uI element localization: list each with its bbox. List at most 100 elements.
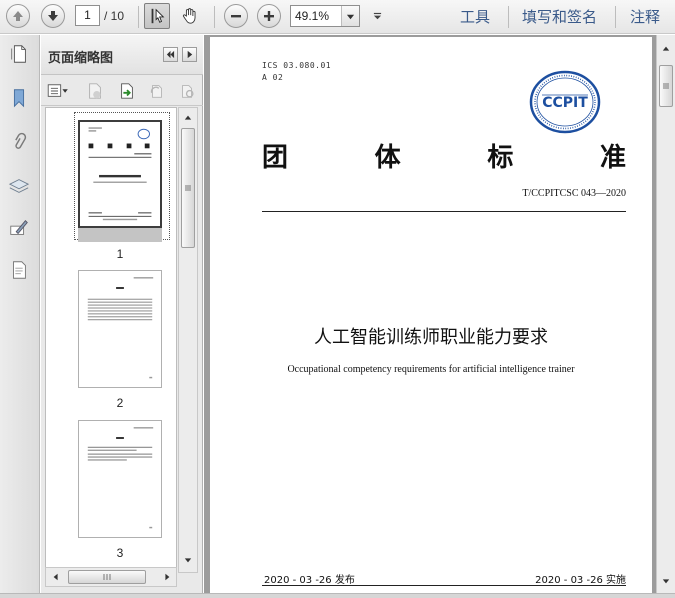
collapse-panel-button[interactable]: [163, 47, 178, 62]
zoom-in-button[interactable]: [257, 4, 281, 28]
toolbar-options-button[interactable]: [370, 9, 384, 23]
document-page: ICS 03.080.01 A 02 CCPIT 团 体 标 准 T/CCPIT…: [210, 37, 652, 597]
text-cursor-icon: [151, 8, 165, 24]
heading-char: 体: [374, 143, 401, 173]
thumbnail-scrollbar[interactable]: [178, 107, 198, 573]
thumbnail-shadow: [78, 228, 162, 242]
grip-icon: [185, 185, 191, 191]
page-settings-icon: [182, 85, 194, 98]
arrow-down-icon: [662, 579, 670, 584]
rotate-page-icon: [150, 85, 162, 98]
next-page-button[interactable]: [41, 4, 65, 28]
expand-panel-button[interactable]: [182, 47, 197, 62]
tools-link[interactable]: 工具: [460, 6, 490, 27]
double-chevron-left-icon: [166, 50, 175, 59]
implement-date: 2020 - 03 -26 实施: [535, 575, 626, 586]
thumbnail-label: 1: [116, 247, 124, 261]
scrollbar-thumb[interactable]: [181, 128, 195, 248]
toolbar-divider: [615, 6, 616, 28]
zoom-value: 49.1%: [295, 9, 330, 23]
toolbar-divider: [138, 6, 139, 28]
pages-icon: [11, 45, 26, 63]
page-properties-button[interactable]: [177, 81, 197, 101]
insert-page-icon: [121, 83, 133, 99]
scrollbar-thumb[interactable]: [68, 570, 146, 584]
heading-char: 团: [262, 143, 289, 173]
cover-preview-graphic: [88, 127, 152, 221]
page-preview: [78, 120, 162, 228]
zoom-select[interactable]: 49.1%: [290, 5, 360, 27]
signatures-button[interactable]: [6, 215, 32, 241]
main-toolbar: 1 / 10 49.1% 工具 填写和签名 注释: [0, 0, 675, 34]
thumbnail-toolbar: [41, 76, 203, 106]
chevron-down-icon: [346, 14, 355, 19]
scroll-down-button[interactable]: [179, 552, 197, 568]
panel-title: 页面缩略图: [48, 51, 114, 66]
logo-text: CCPIT: [542, 95, 588, 111]
layers-button[interactable]: [6, 173, 32, 199]
classification-code: A 02: [262, 73, 284, 82]
chevron-down-icon: [373, 12, 381, 19]
select-tool-button[interactable]: [144, 3, 170, 29]
scroll-up-button[interactable]: [179, 110, 197, 126]
options-menu-button[interactable]: [45, 81, 71, 101]
thumbnail-list: 1 2 3: [45, 107, 177, 573]
content-button[interactable]: [6, 257, 32, 283]
arrow-down-icon: [48, 11, 58, 21]
page-preview: [78, 420, 162, 538]
grip-icon: [663, 83, 669, 89]
scroll-down-button[interactable]: [657, 573, 675, 589]
arrow-up-icon: [184, 115, 192, 120]
list-options-icon: [47, 84, 68, 97]
ccpit-logo: CCPIT: [529, 70, 601, 134]
attachments-button[interactable]: [6, 129, 32, 155]
fill-sign-link[interactable]: 填写和签名: [522, 6, 597, 27]
arrow-up-icon: [13, 11, 23, 21]
arrow-down-icon: [184, 558, 192, 563]
standard-code: T/CCPITCSC 043—2020: [522, 188, 626, 199]
zoom-out-button[interactable]: [224, 4, 248, 28]
delete-page-icon: [89, 83, 101, 99]
zoom-dropdown-button[interactable]: [341, 6, 359, 26]
ics-code: ICS 03.080.01: [262, 61, 332, 70]
arrow-left-icon[interactable]: [52, 573, 60, 581]
page-number-input[interactable]: 1: [75, 5, 100, 26]
hand-icon: [182, 8, 196, 24]
heading-char: 标: [487, 143, 514, 173]
thumbnail-panel: 页面缩略图 1 2 3: [41, 35, 203, 593]
previous-page-button[interactable]: [6, 4, 30, 28]
delete-pages-button[interactable]: [85, 81, 105, 101]
standard-heading: 团 体 标 准: [262, 137, 626, 174]
comment-link[interactable]: 注释: [630, 6, 660, 27]
toolbar-divider: [508, 6, 509, 28]
paperclip-icon: [15, 132, 27, 149]
thumbnail-horizontal-scrollbar[interactable]: [45, 567, 177, 587]
chevron-right-icon: [187, 50, 193, 59]
arrow-up-icon: [662, 46, 670, 51]
document-viewport: ICS 03.080.01 A 02 CCPIT 团 体 标 准 T/CCPIT…: [204, 35, 656, 597]
foreword-preview-graphic: [87, 427, 154, 529]
bookmarks-button[interactable]: [6, 85, 32, 111]
grip-icon: [103, 574, 111, 580]
navigation-pane-strip: [0, 35, 40, 593]
insert-pages-button[interactable]: [117, 81, 137, 101]
publish-date: 2020 - 03 -26 发布: [264, 575, 355, 586]
bookmark-icon: [13, 89, 25, 108]
layers-icon: [8, 179, 30, 193]
scrollbar-thumb[interactable]: [659, 65, 673, 107]
rotate-pages-button[interactable]: [147, 81, 167, 101]
arrow-right-icon[interactable]: [163, 573, 171, 581]
status-bar: [0, 593, 675, 598]
page-thumbnails-button[interactable]: [6, 41, 32, 67]
header-rule: [262, 211, 626, 212]
hand-tool-button[interactable]: [177, 3, 203, 29]
document-scrollbar[interactable]: [656, 35, 675, 593]
footer-rule: [262, 585, 626, 586]
document-title-chinese: 人工智能训练师职业能力要求: [314, 327, 548, 348]
toc-preview-graphic: [87, 277, 154, 379]
heading-char: 准: [599, 143, 626, 173]
thumbnail-panel-header: 页面缩略图: [41, 35, 203, 75]
thumbnail-label: 2: [116, 396, 124, 410]
scroll-up-button[interactable]: [657, 41, 675, 57]
document-icon: [13, 261, 26, 279]
